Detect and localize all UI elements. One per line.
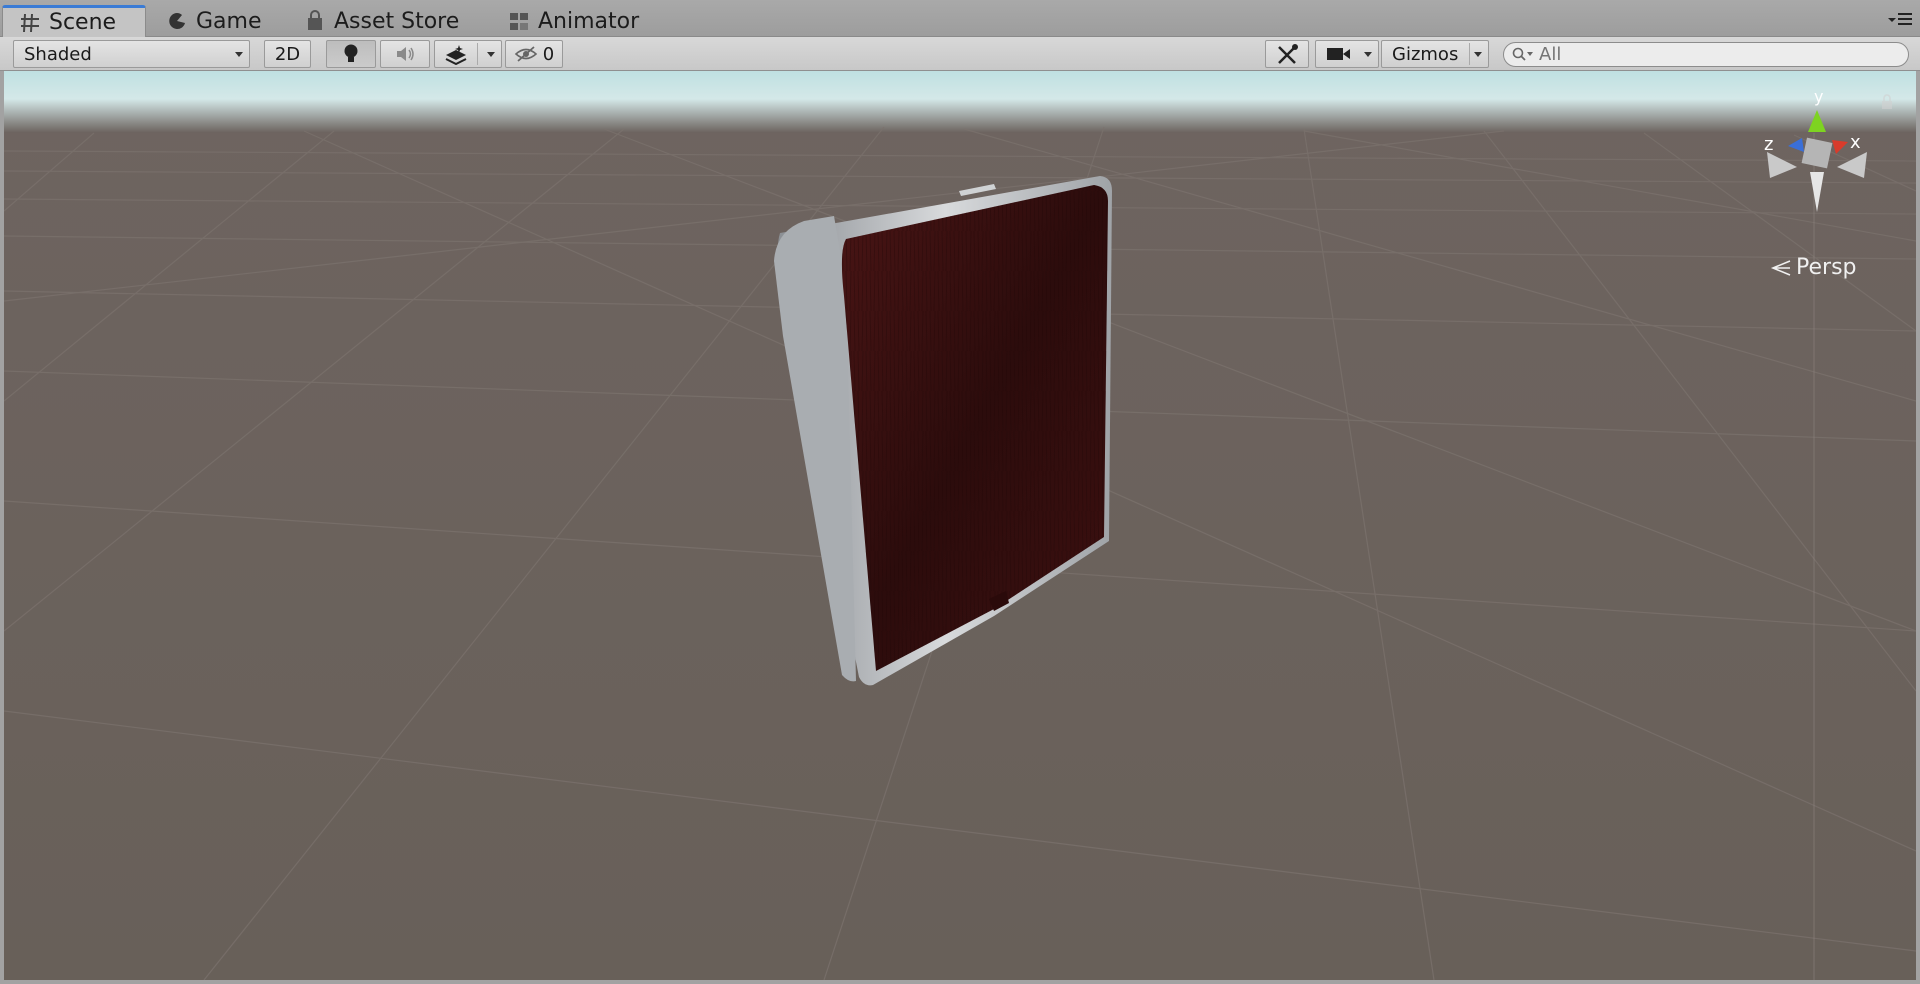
effects-layers-icon: [445, 45, 467, 65]
tab-label: Animator: [538, 8, 640, 34]
tab-animator[interactable]: Animator: [492, 5, 655, 37]
perspective-icon: [1770, 259, 1791, 276]
tab-label: Asset Store: [334, 8, 460, 34]
tools-toggle-button[interactable]: [1265, 40, 1309, 68]
tab-game[interactable]: Game: [150, 5, 278, 37]
axis-z-label: z: [1764, 134, 1773, 155]
tab-label: Game: [196, 8, 262, 34]
hidden-count: 0: [542, 43, 555, 65]
scene-grid-icon: [21, 13, 39, 32]
chevron-down-icon: [487, 52, 495, 57]
2d-label: 2D: [274, 43, 301, 65]
panel-menu-icon[interactable]: [1886, 10, 1914, 28]
draw-mode-label: Shaded: [24, 43, 92, 65]
game-pacman-icon: [169, 13, 185, 29]
lighting-toggle-button[interactable]: [326, 40, 376, 68]
scene-viewport[interactable]: [4, 71, 1916, 980]
audio-toggle-button[interactable]: [380, 40, 430, 68]
2d-toggle-button[interactable]: 2D: [264, 40, 311, 68]
axis-y-cone[interactable]: [1808, 110, 1826, 132]
tab-label: Scene: [49, 10, 117, 35]
chevron-down-icon: [1364, 52, 1372, 57]
search-icon: [1512, 47, 1533, 61]
axis-x-label: x: [1850, 132, 1861, 153]
camera-settings-dropdown[interactable]: [1315, 40, 1379, 68]
animator-nodes-icon: [510, 13, 528, 30]
asset-store-bag-icon: [308, 10, 322, 30]
camera-icon: [1327, 48, 1350, 60]
orientation-gizmo[interactable]: y x z: [1752, 82, 1882, 222]
eye-hidden-icon: [514, 46, 537, 62]
lock-icon[interactable]: [1880, 94, 1894, 110]
tools-wrench-icon: [1278, 44, 1298, 64]
gizmos-label: Gizmos: [1392, 43, 1459, 65]
chevron-down-icon: [235, 52, 243, 57]
effects-dropdown[interactable]: [434, 40, 502, 68]
scene-canvas[interactable]: [4, 71, 1916, 980]
search-field[interactable]: [1503, 42, 1909, 67]
projection-label: Persp: [1796, 255, 1857, 280]
axis-z-cone[interactable]: [1788, 138, 1804, 152]
lightbulb-icon: [344, 44, 358, 62]
speaker-icon: [397, 47, 414, 61]
projection-toggle[interactable]: Persp: [1770, 255, 1857, 280]
gizmos-dropdown[interactable]: Gizmos: [1381, 40, 1489, 68]
tab-bar: Scene Game Asset Store Animator: [0, 0, 1920, 37]
draw-mode-dropdown[interactable]: Shaded: [13, 40, 250, 68]
scene-toolbar: Shaded 2D 0 Gizmos All: [0, 37, 1920, 71]
chevron-down-icon: [1474, 52, 1482, 57]
tab-scene[interactable]: Scene: [2, 5, 146, 37]
hidden-objects-toggle[interactable]: 0: [505, 40, 563, 68]
search-input[interactable]: [1539, 44, 1879, 65]
axis-x-cone[interactable]: [1832, 140, 1848, 154]
tab-asset-store[interactable]: Asset Store: [288, 5, 475, 37]
axis-y-label: y: [1814, 87, 1823, 106]
